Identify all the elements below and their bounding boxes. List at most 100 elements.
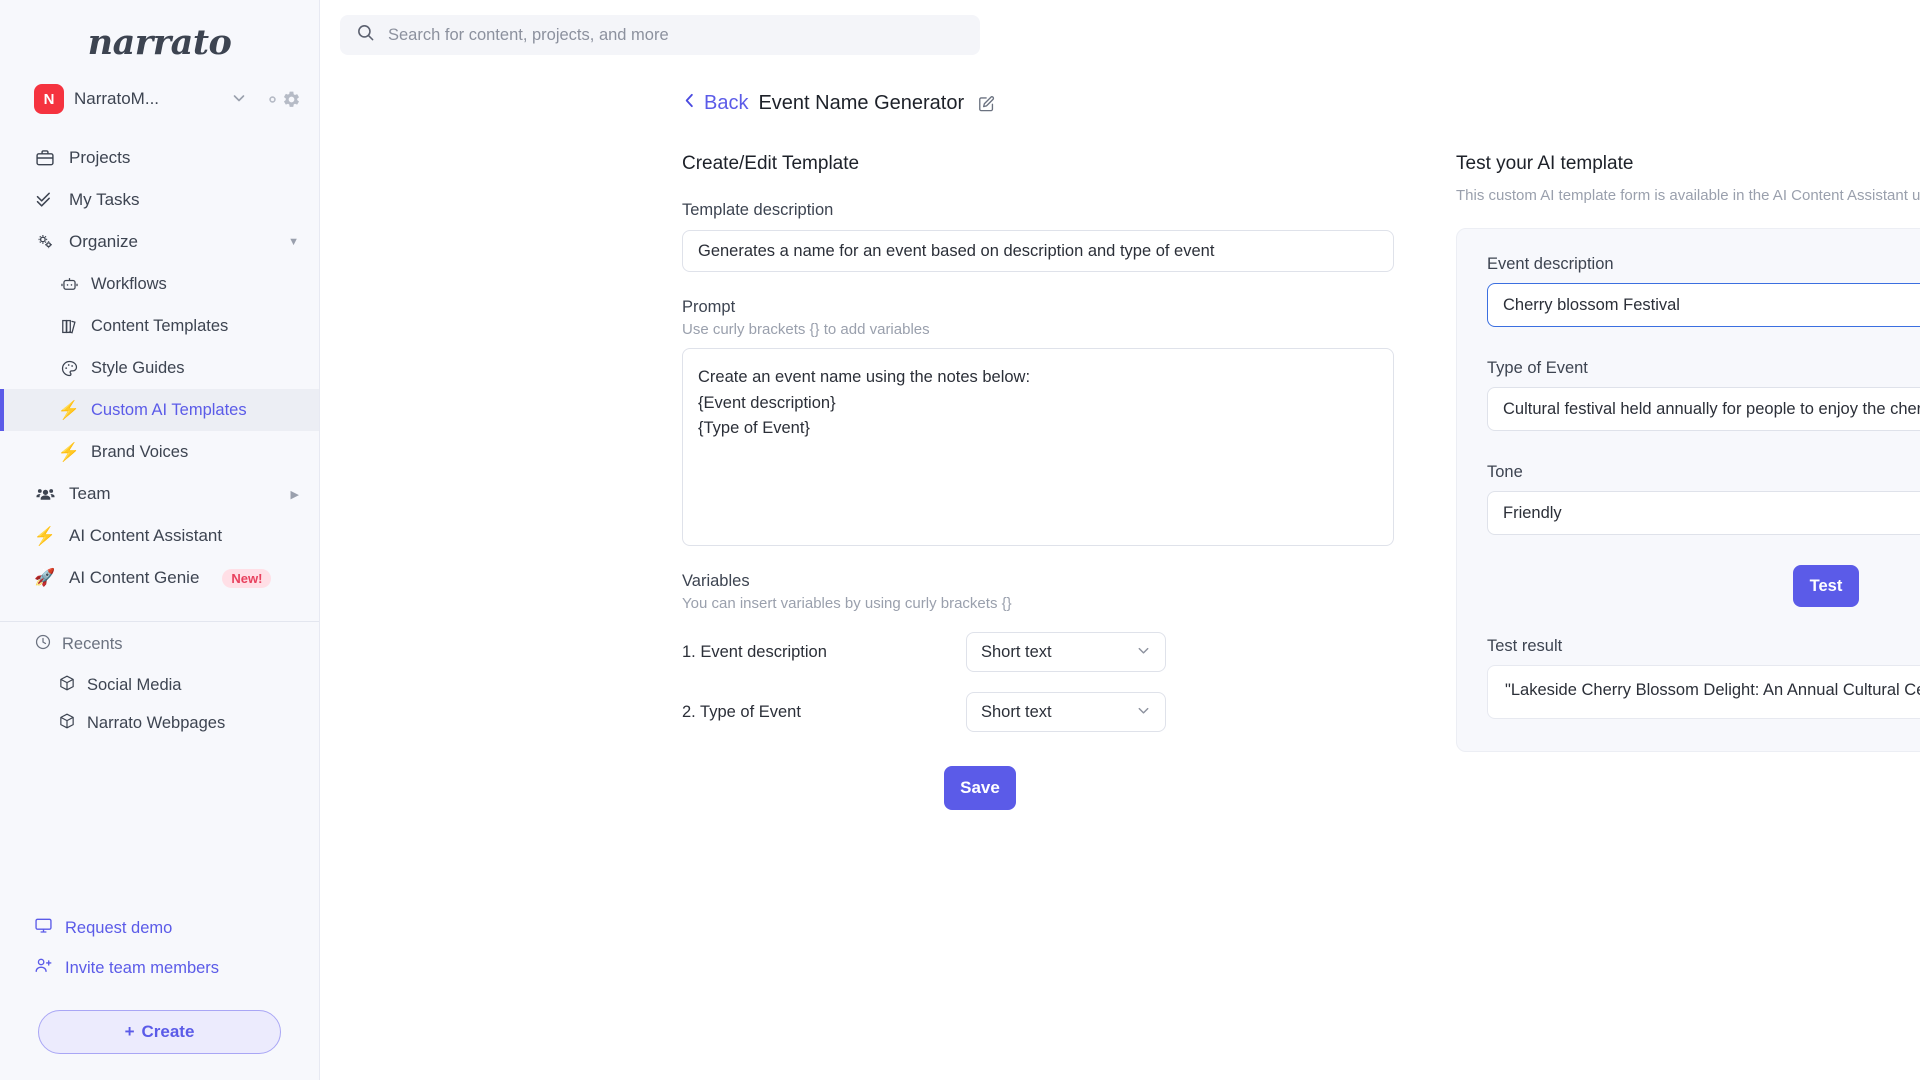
request-demo-label: Request demo (65, 918, 173, 937)
people-icon (34, 484, 56, 505)
bolt-icon: ⚡ (57, 441, 81, 462)
variable-type-select[interactable]: Short text (966, 632, 1166, 672)
sidebar-item-brand-voices[interactable]: ⚡ Brand Voices (0, 431, 319, 473)
sidebar-item-style-guides[interactable]: Style Guides (0, 347, 319, 389)
bolt-icon: ⚡ (33, 525, 57, 546)
editor-section-title: Create/Edit Template (682, 153, 860, 174)
test-section-title: Test your AI template (1456, 153, 1634, 174)
create-button[interactable]: + Create (38, 1010, 281, 1054)
sidebar-item-projects[interactable]: Projects (0, 137, 319, 179)
recent-item-social-media[interactable]: Social Media (0, 666, 319, 704)
cube-icon (58, 712, 76, 735)
request-demo-link[interactable]: Request demo (0, 908, 319, 948)
template-description-input[interactable]: Generates a name for an event based on d… (682, 230, 1394, 272)
invite-team-members-link[interactable]: Invite team members (0, 948, 319, 988)
recents-title: Recents (62, 634, 123, 653)
recent-item-narrato-webpages[interactable]: Narrato Webpages (0, 704, 319, 742)
test-button[interactable]: Test (1793, 565, 1859, 607)
workspace-initial: N (34, 84, 64, 114)
search-input[interactable]: Search for content, projects, and more (340, 15, 980, 55)
briefcase-icon (34, 148, 56, 168)
test-type-of-event-label: Type of Event (1487, 359, 1588, 377)
test-tone-select[interactable]: Friendly (1487, 491, 1920, 535)
monitor-icon (34, 916, 53, 940)
sidebar-item-content-templates[interactable]: Content Templates (0, 305, 319, 347)
sidebar-item-label: Projects (69, 148, 131, 167)
sidebar-item-label: AI Content Genie (69, 568, 200, 587)
type-of-event-counter: 90 / 100 (1487, 437, 1920, 453)
invite-team-label: Invite team members (65, 958, 220, 977)
create-button-label: Create (141, 1022, 195, 1041)
workspace-name: NarratoM... (74, 89, 160, 108)
sidebar-item-ai-content-genie[interactable]: 🚀 AI Content Genie New! (0, 557, 319, 599)
test-panel-wrapper: Test your AI template This custom AI tem… (1456, 153, 1920, 810)
variable-row: 2. Type of Event Short text (682, 692, 1166, 732)
chevron-down-icon (1136, 643, 1151, 661)
variable-type-select[interactable]: Short text (966, 692, 1166, 732)
sidebar-item-workflows[interactable]: Workflows (0, 263, 319, 305)
bolt-icon: ⚡ (57, 399, 81, 420)
gear-icon[interactable] (263, 90, 301, 109)
tone-value: Friendly (1503, 503, 1562, 522)
chevron-left-icon (682, 92, 697, 115)
sidebar-footer: Request demo Invite team members + Creat… (0, 908, 319, 1080)
robot-icon (58, 275, 80, 294)
sidebar-item-custom-ai-templates[interactable]: ⚡ Custom AI Templates (0, 389, 319, 431)
save-button[interactable]: Save (944, 766, 1016, 810)
back-label: Back (704, 92, 749, 114)
recents-section-header: Recents (0, 622, 319, 666)
sidebar: narrato N NarratoM... Projects My Tasks (0, 0, 320, 1080)
sidebar-item-label: Custom AI Templates (91, 400, 247, 419)
test-tone-label: Tone (1487, 463, 1523, 481)
test-form-panel: Event description Cherry blossom Festiva… (1456, 228, 1920, 752)
variable-name: 1. Event description (682, 642, 827, 661)
rocket-icon: 🚀 (34, 568, 56, 587)
content-columns: Create/Edit Template Template descriptio… (320, 115, 1920, 810)
edit-pencil-icon[interactable] (977, 94, 996, 113)
recent-item-label: Social Media (87, 675, 182, 694)
plus-icon: + (124, 1022, 135, 1041)
variable-type-value: Short text (981, 702, 1052, 721)
prompt-label: Prompt (682, 298, 736, 316)
page-title: Event Name Generator (758, 92, 965, 114)
sidebar-item-label: Brand Voices (91, 442, 189, 461)
workspace-selector[interactable]: N NarratoM... (0, 77, 319, 121)
template-description-label: Template description (682, 201, 834, 219)
gears-icon (34, 232, 56, 253)
sidebar-item-label: Organize (69, 232, 138, 251)
search-placeholder: Search for content, projects, and more (388, 25, 669, 44)
chevron-down-icon[interactable] (231, 90, 247, 109)
page-header: Back Event Name Generator (320, 70, 1920, 115)
chevron-right-icon[interactable]: ▶ (291, 488, 299, 501)
clock-icon (34, 633, 52, 656)
test-event-description-input[interactable]: Cherry blossom Festival (1487, 283, 1920, 327)
palette-icon (58, 359, 80, 378)
test-result-value: "Lakeside Cherry Blossom Delight: An Ann… (1487, 665, 1920, 719)
test-type-of-event-input[interactable]: Cultural festival held annually for peop… (1487, 387, 1920, 431)
chevron-down-icon (1136, 703, 1151, 721)
sidebar-item-ai-content-assistant[interactable]: ⚡ AI Content Assistant (0, 515, 319, 557)
event-description-counter: 23 / 100 (1487, 333, 1920, 349)
test-event-description-label: Event description (1487, 255, 1614, 273)
search-icon (356, 23, 375, 47)
books-icon (58, 317, 80, 336)
sidebar-item-label: Team (69, 484, 111, 503)
app-logo[interactable]: narrato (0, 0, 319, 77)
back-button[interactable]: Back (682, 92, 748, 115)
variables-hint: You can insert variables by using curly … (682, 595, 1012, 612)
new-badge: New! (222, 568, 272, 588)
sidebar-item-label: Style Guides (91, 358, 185, 377)
sidebar-item-label: AI Content Assistant (69, 526, 223, 545)
sidebar-item-team[interactable]: Team ▶ (0, 473, 319, 515)
sidebar-item-my-tasks[interactable]: My Tasks (0, 179, 319, 221)
chevron-down-icon[interactable]: ▼ (288, 236, 299, 248)
sidebar-nav: Projects My Tasks Organize ▼ Workflows C… (0, 121, 319, 599)
variables-label: Variables (682, 572, 750, 590)
main-area: Search for content, projects, and more 8… (320, 0, 1920, 1080)
variable-name: 2. Type of Event (682, 702, 801, 721)
sidebar-item-organize[interactable]: Organize ▼ (0, 221, 319, 263)
topbar: Search for content, projects, and more 8… (320, 0, 1920, 70)
prompt-textarea[interactable]: Create an event name using the notes bel… (682, 348, 1394, 546)
test-result-label: Test result (1487, 637, 1563, 655)
cube-icon (58, 674, 76, 697)
